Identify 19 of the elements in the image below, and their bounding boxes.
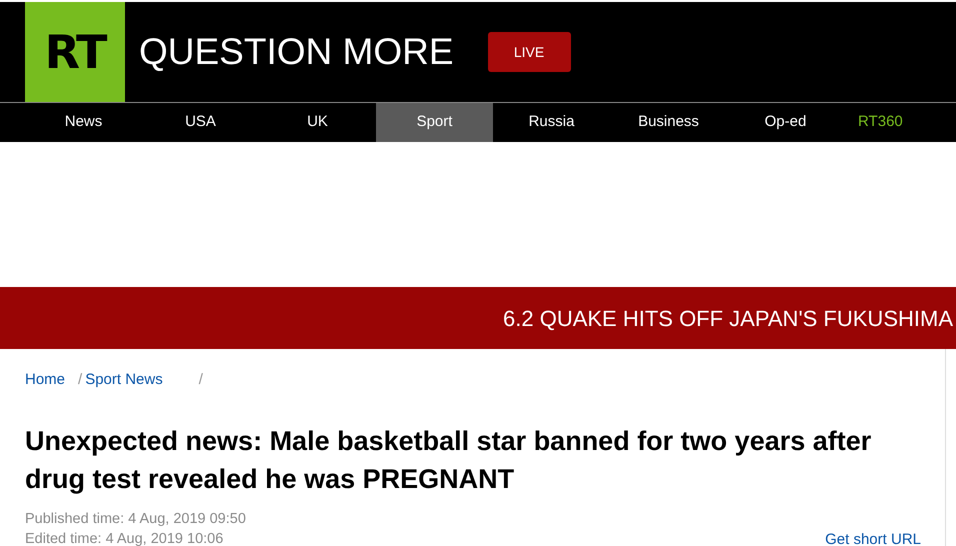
logo[interactable]: RT (25, 2, 125, 102)
nav-tab[interactable]: Sport (376, 103, 493, 142)
nav-tab[interactable]: USA (142, 103, 259, 142)
live-button[interactable]: LIVE (488, 32, 571, 72)
published-time: Published time: 4 Aug, 2019 09:50 (25, 510, 246, 528)
nav-tab[interactable]: UK (259, 103, 376, 142)
nav-tab[interactable]: Russia (493, 103, 610, 142)
nav-tab[interactable]: Business (610, 103, 727, 142)
breadcrumb-link[interactable]: Sport News (85, 369, 163, 392)
edited-time: Edited time: 4 Aug, 2019 10:06 (25, 530, 224, 546)
tagline: QUESTION MORE (139, 30, 454, 74)
nav-tab[interactable]: RT360 (844, 103, 903, 142)
breadcrumb-separator: / (198, 370, 203, 390)
article-title: Unexpected news: Male basketball star banned for two years after drug test revealed he was PREGNANT (25, 424, 872, 496)
breadcrumb-link[interactable]: Home (25, 369, 66, 392)
nav-tab[interactable]: News (25, 103, 142, 142)
nav-tab[interactable]: Op-ed (727, 103, 844, 142)
short-url-link[interactable]: Get short URL (825, 530, 921, 546)
breadcrumb-separator: / (78, 370, 82, 390)
